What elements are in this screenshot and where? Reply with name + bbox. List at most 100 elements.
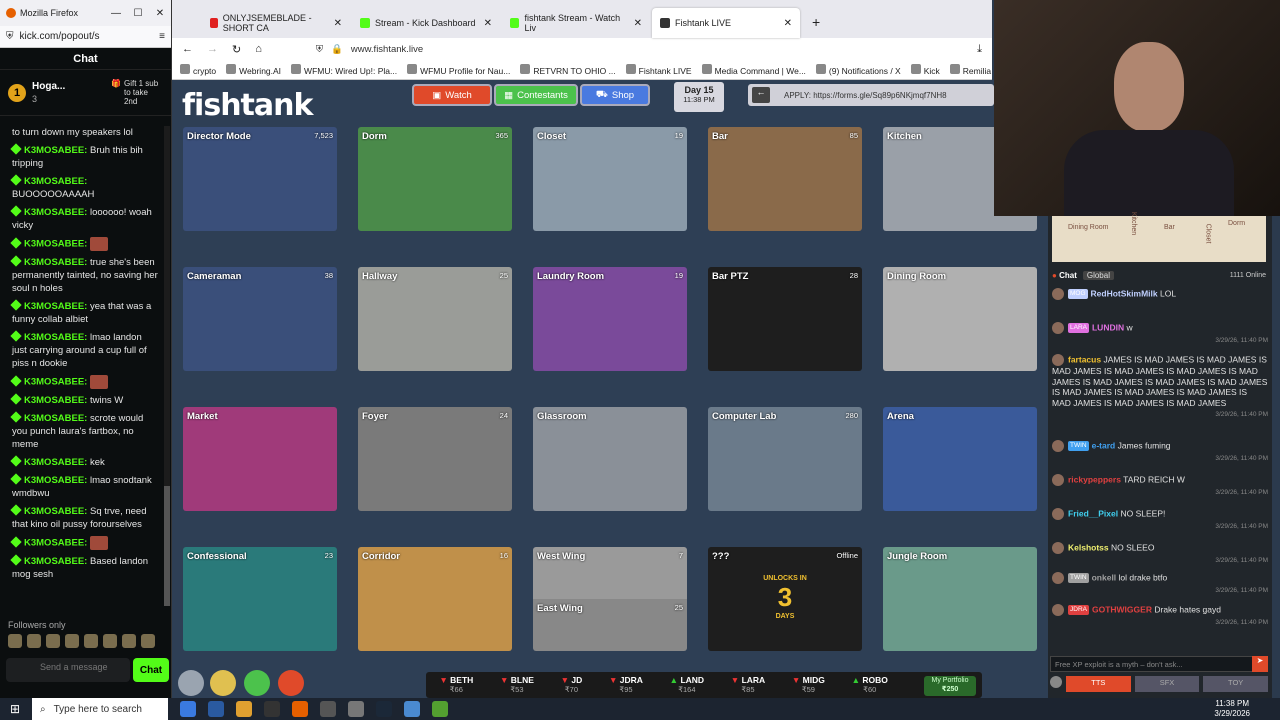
avatar[interactable] [1052,508,1064,520]
emote-icon[interactable] [46,634,60,648]
items-icon[interactable] [278,670,304,696]
site-chat-username[interactable]: GOTHWIGGER [1092,604,1152,614]
minimize-button[interactable]: — [105,8,127,19]
avatar[interactable] [1052,604,1064,616]
taskbar-app-icon[interactable] [264,701,280,717]
site-chat-username[interactable]: onkell [1092,572,1117,582]
taskbar-app-icon[interactable] [348,701,364,717]
camera-tile[interactable]: Confessional 23 [183,547,337,651]
avatar[interactable] [1052,354,1064,366]
camera-tile[interactable]: Cameraman 38 [183,267,337,371]
site-chat-username[interactable]: Kelshotss [1068,542,1109,552]
stock-ticker[interactable]: ▼ BLNE ₹53 [500,675,534,695]
back-icon[interactable]: ← [182,43,193,55]
chat-username[interactable]: K3MOSABEE: [24,332,87,343]
bookmark-item[interactable]: WFMU: Wired Up!: Pla... [291,63,397,76]
contestants-button[interactable]: ▦ Contestants [494,84,578,106]
chat-username[interactable]: K3MOSABEE: [24,538,87,549]
taskbar-app-icon[interactable] [432,701,448,717]
site-chat-username[interactable]: e-tard [1092,440,1116,450]
close-tab-icon[interactable]: ✕ [784,18,792,29]
stock-ticker[interactable]: ▲ ROBO ₹60 [852,675,888,695]
user-avatar-icon[interactable] [1050,676,1062,688]
map-room[interactable]: Dining Room [1068,224,1108,231]
avatar[interactable] [1052,288,1064,300]
stock-ticker[interactable]: ▼ JDRA ₹95 [609,675,643,695]
settings-icon[interactable] [178,670,204,696]
stock-ticker[interactable]: ▼ BETH ₹66 [439,675,473,695]
emote-icon[interactable] [122,634,136,648]
emote-icon[interactable] [141,634,155,648]
taskbar-app-icon[interactable] [208,701,224,717]
avatar[interactable] [1052,542,1064,554]
camera-tile[interactable]: Market [183,407,337,511]
chat-scrollbar[interactable] [164,126,170,606]
camera-tile[interactable]: Computer Lab 280 [708,407,862,511]
bookmark-item[interactable]: Fishtank LIVE [625,63,692,76]
map-room[interactable]: Closet [1204,224,1211,244]
global-tab[interactable]: Global [1082,270,1114,280]
camera-tile[interactable]: ??? Offline UNLOCKS IN 3 DAYS [708,547,862,651]
camera-tile[interactable]: Bar PTZ 28 [708,267,862,371]
chat-username[interactable]: K3MOSABEE: [24,556,87,567]
sfx-button[interactable]: SFX [1134,676,1200,692]
firefox-icon[interactable] [292,701,308,717]
coins-icon[interactable] [210,670,236,696]
chat-username[interactable]: K3MOSABEE: [24,301,87,312]
maximize-button[interactable]: ☐ [127,8,149,19]
toy-button[interactable]: TOY [1203,676,1269,692]
camera-tile[interactable]: Arena [883,407,1037,511]
site-chat-username[interactable]: rickypeppers [1068,474,1121,484]
camera-tile[interactable]: Corridor 16 [358,547,512,651]
shop-button[interactable]: ⛟ Shop [580,84,650,106]
windows-start-icon[interactable]: ⊞ [10,702,20,716]
bookmark-item[interactable]: crypto [180,63,216,76]
camera-tile[interactable]: Jungle Room [883,547,1037,651]
camera-tile[interactable]: Laundry Room 19 [533,267,687,371]
avatar[interactable] [1052,322,1064,334]
fishtank-logo[interactable]: fishtank [182,88,313,123]
gift-sub-button[interactable]: 🎁 Gift 1 sub to take 2nd [111,79,163,106]
stock-ticker[interactable]: ▼ LARA ₹85 [731,675,765,695]
bookmark-item[interactable]: RETVRN TO OHIO ... [520,63,616,76]
chat-username[interactable]: K3MOSABEE: [24,413,87,424]
site-chat-username[interactable]: RedHotSkimMilk [1091,288,1158,298]
close-tab-icon[interactable]: ✕ [634,18,642,29]
stock-ticker[interactable]: ▼ JD ₹70 [561,675,583,695]
camera-tile[interactable]: Foyer 24 [358,407,512,511]
emote-icon[interactable] [65,634,79,648]
forward-icon[interactable]: → [207,43,218,55]
chat-username[interactable]: K3MOSABEE: [24,506,87,517]
kick-url-bar[interactable]: ⛨ kick.com/popout/s ≡ [0,26,171,48]
chat-username[interactable]: K3MOSABEE: [24,457,87,468]
arrow-left-icon[interactable]: ← [752,87,770,103]
taskbar-search[interactable]: ⌕ Type here to search [32,698,168,720]
bookmark-item[interactable]: (9) Notifications / X [815,63,901,76]
chat-username[interactable]: K3MOSABEE: [24,176,87,187]
site-chat-input[interactable]: Free XP exploit is a myth – don't ask... [1050,656,1268,672]
bookmark-item[interactable]: Webring.AI [226,63,281,76]
map-room[interactable]: Kitchen [1130,212,1137,235]
avatar[interactable] [1052,572,1064,584]
taskbar-clock[interactable]: 11:38 PM 3/29/2026 [1214,699,1250,719]
home-icon[interactable]: ⌂ [255,43,262,55]
chat-username[interactable]: K3MOSABEE: [24,475,87,486]
tab-fishtank-live[interactable]: Fishtank LIVE ✕ [652,8,800,38]
bookmark-item[interactable]: Kick [910,63,940,76]
map-room[interactable]: Bar [1164,224,1175,231]
portfolio-box[interactable]: My Portfolio ₹250 [924,676,976,696]
taskbar-app-icon[interactable] [180,701,196,717]
top-user[interactable]: Hoga... [32,81,65,93]
chat-send-button[interactable]: Chat [133,658,169,682]
camera-tile[interactable]: Hallway 25 [358,267,512,371]
reload-icon[interactable]: ↻ [232,43,241,56]
close-button[interactable]: ✕ [149,8,171,19]
taskbar-app-icon[interactable] [404,701,420,717]
bookmark-item[interactable]: Media Command | We... [701,63,806,76]
camera-tile[interactable]: Dining Room [883,267,1037,371]
apply-banner[interactable]: ← APPLY: https://forms.gle/Sq89p6NKjmqf7… [748,84,994,106]
steam-icon[interactable] [376,701,392,717]
camera-tile[interactable]: Dorm 365 [358,127,512,231]
bookmark-item[interactable]: WFMU Profile for Nau... [407,63,510,76]
stocks-icon[interactable] [244,670,270,696]
